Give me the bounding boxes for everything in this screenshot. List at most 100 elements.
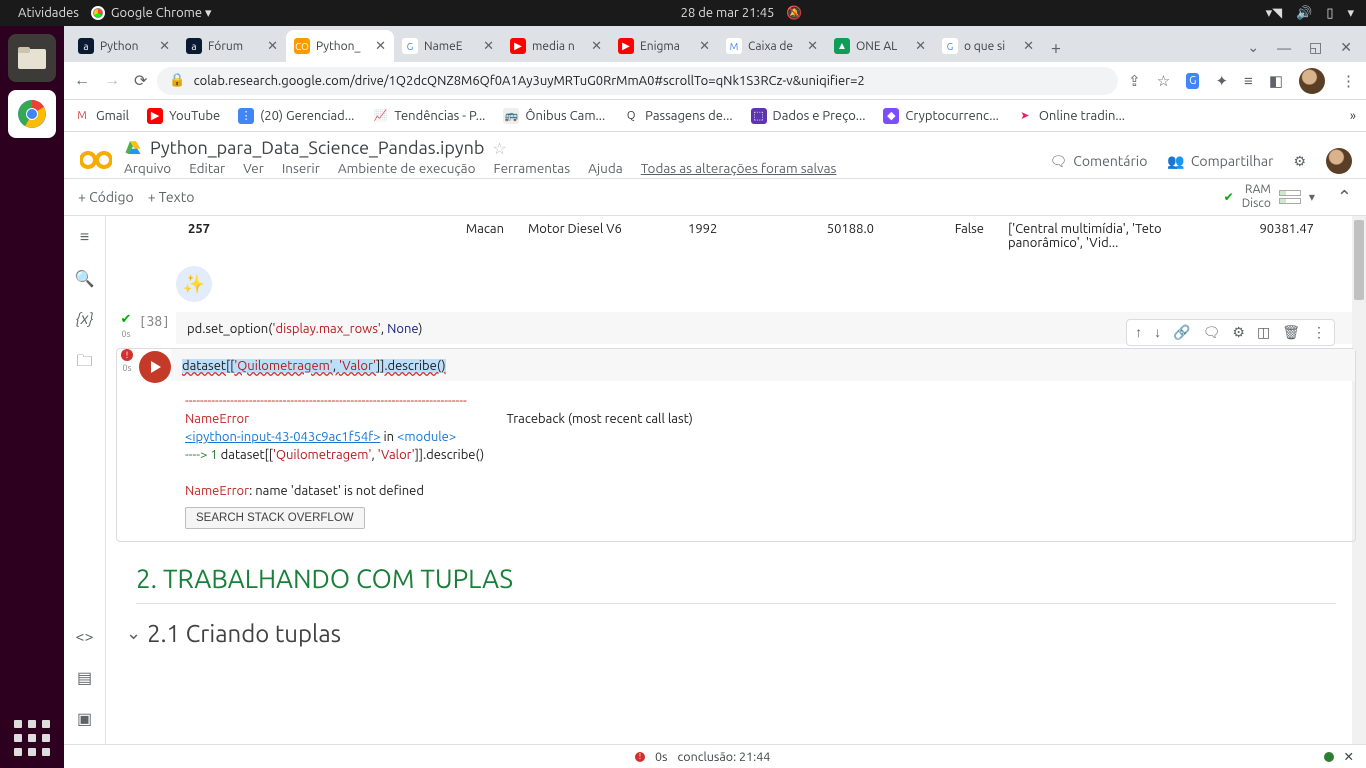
new-tab-button[interactable]: + xyxy=(1042,38,1070,62)
browser-tab[interactable]: ▶media n✕ xyxy=(502,30,610,62)
document-title[interactable]: Python_para_Data_Science_Pandas.ipynb xyxy=(150,138,484,158)
magic-wand-button[interactable]: ✨ xyxy=(176,266,212,302)
window-minimize-button[interactable]: — xyxy=(1277,40,1291,56)
bookmark-item[interactable]: ➤Online tradin... xyxy=(1017,108,1125,124)
tab-close-icon[interactable]: ✕ xyxy=(915,39,926,54)
colab-avatar[interactable] xyxy=(1326,148,1352,174)
activities-button[interactable]: Atividades xyxy=(12,6,85,20)
tab-close-icon[interactable]: ✕ xyxy=(699,39,710,54)
bookmark-item[interactable]: ◆Cryptocurrenc... xyxy=(883,108,998,124)
run-cell-button[interactable] xyxy=(139,351,171,383)
bookmark-favicon: ◆ xyxy=(883,108,899,124)
system-tray[interactable]: ▾◥ 🔊 ▯ ▾ xyxy=(1266,6,1354,21)
tab-close-icon[interactable]: ✕ xyxy=(1023,39,1034,54)
settings-gear-icon[interactable]: ⚙ xyxy=(1293,153,1306,170)
window-restore-button[interactable]: ◱ xyxy=(1309,39,1322,56)
star-document-icon[interactable]: ☆ xyxy=(492,139,506,158)
browser-tab[interactable]: Go que si✕ xyxy=(934,30,1042,62)
status-close-icon[interactable]: ✕ xyxy=(1344,749,1354,764)
translate-icon[interactable]: G xyxy=(1186,73,1199,89)
notification-mute-icon[interactable]: 🔕 xyxy=(780,6,808,21)
tab-close-icon[interactable]: ✕ xyxy=(159,39,170,54)
cell-settings-icon[interactable]: ⚙ xyxy=(1228,322,1249,343)
mirror-cell-icon[interactable]: ◫ xyxy=(1253,322,1274,343)
browser-tab[interactable]: ▲ONE AL✕ xyxy=(826,30,934,62)
side-panel-icon[interactable]: ◧ xyxy=(1269,72,1283,90)
collapse-panel-icon[interactable]: ⌃ xyxy=(1337,187,1352,208)
tab-close-icon[interactable]: ✕ xyxy=(483,39,494,54)
chrome-menu-icon[interactable]: ⋮ xyxy=(1341,72,1356,90)
window-close-button[interactable]: ✕ xyxy=(1340,39,1352,56)
profile-avatar[interactable] xyxy=(1299,68,1325,94)
share-icon[interactable]: ⇪ xyxy=(1128,72,1141,90)
menu-item[interactable]: Inserir xyxy=(282,160,320,176)
extensions-icon[interactable]: ✦ xyxy=(1215,72,1228,90)
add-code-button[interactable]: + Código xyxy=(78,189,134,205)
share-button[interactable]: 👥Compartilhar xyxy=(1167,153,1273,170)
move-down-icon[interactable]: ↓ xyxy=(1150,322,1165,343)
tab-close-icon[interactable]: ✕ xyxy=(375,39,386,54)
chrome-app-icon[interactable] xyxy=(8,90,56,138)
back-button[interactable]: ← xyxy=(74,71,90,90)
bookmark-star-icon[interactable]: ☆ xyxy=(1157,72,1170,90)
save-status[interactable]: Todas as alterações foram salvas xyxy=(641,160,837,176)
notebook-area: 257 Macan Motor Diesel V6 1992 50188.0 F… xyxy=(106,216,1366,768)
traceback-link[interactable]: <ipython-input-43-043c9ac1f54f> xyxy=(185,430,381,444)
link-cell-icon[interactable]: 🔗 xyxy=(1169,322,1194,343)
browser-tab[interactable]: GNameE✕ xyxy=(394,30,502,62)
colab-logo-icon[interactable] xyxy=(78,142,114,178)
menu-item[interactable]: Ajuda xyxy=(588,160,623,176)
files-app-icon[interactable] xyxy=(8,34,56,82)
reading-list-icon[interactable]: ≡ xyxy=(1244,72,1253,90)
add-text-button[interactable]: + Texto xyxy=(148,189,195,205)
search-icon[interactable]: 🔍 xyxy=(75,269,95,288)
tab-close-icon[interactable]: ✕ xyxy=(267,39,278,54)
tab-list-button[interactable]: ⌄ xyxy=(1247,39,1259,56)
bookmark-item[interactable]: 🚌Ônibus Cam... xyxy=(503,108,605,124)
resource-bars[interactable] xyxy=(1279,190,1301,204)
code-snippets-icon[interactable]: <> xyxy=(75,628,93,646)
code-editor[interactable]: dataset[['Quilometragem', 'Valor']].desc… xyxy=(171,349,1355,381)
cell-menu-icon[interactable]: ⋮ xyxy=(1308,322,1330,343)
terminal-icon[interactable]: ▣ xyxy=(77,709,92,728)
bookmark-item[interactable]: QPassagens de... xyxy=(623,108,732,124)
tab-favicon: a xyxy=(186,38,202,54)
comment-cell-icon[interactable]: 🗨 xyxy=(1199,322,1225,343)
bookmark-item[interactable]: ⬚Dados e Preço... xyxy=(751,108,866,124)
move-up-icon[interactable]: ↑ xyxy=(1131,322,1146,343)
focused-app-menu[interactable]: Google Chrome ▾ xyxy=(85,6,218,21)
exec-time: 0s xyxy=(123,363,132,373)
toc-icon[interactable]: ≡ xyxy=(80,228,89,247)
browser-tab[interactable]: aPython✕ xyxy=(70,30,178,62)
tab-close-icon[interactable]: ✕ xyxy=(807,39,818,54)
comment-button[interactable]: 🗨Comentário xyxy=(1049,153,1147,170)
command-palette-icon[interactable]: ▤ xyxy=(77,668,92,687)
bookmarks-overflow-icon[interactable]: » xyxy=(1350,109,1356,123)
subsection-heading-row[interactable]: ⌄2.1 Criando tuplas xyxy=(126,620,1366,647)
tab-favicon: M xyxy=(726,38,742,54)
delete-cell-icon[interactable]: 🗑 xyxy=(1278,322,1304,343)
tab-strip: aPython✕aFórum✕COPython_✕GNameE✕▶media n… xyxy=(64,26,1366,62)
reload-button[interactable]: ⟳ xyxy=(134,71,147,90)
browser-tab[interactable]: MCaixa de✕ xyxy=(718,30,826,62)
search-stackoverflow-button[interactable]: SEARCH STACK OVERFLOW xyxy=(185,507,365,529)
menu-item[interactable]: Editar xyxy=(189,160,225,176)
show-apps-icon[interactable] xyxy=(14,720,50,756)
menu-item[interactable]: Ambiente de execução xyxy=(338,160,476,176)
browser-tab[interactable]: COPython_✕ xyxy=(286,30,394,62)
files-icon[interactable]: 🗀 xyxy=(76,350,92,377)
menu-item[interactable]: Arquivo xyxy=(124,160,171,176)
bookmark-item[interactable]: ▶YouTube xyxy=(147,108,220,124)
bookmark-item[interactable]: MGmail xyxy=(74,108,129,124)
address-bar[interactable]: 🔒 colab.research.google.com/drive/1Q2dcQ… xyxy=(157,67,1118,95)
menu-item[interactable]: Ferramentas xyxy=(493,160,570,176)
browser-tab[interactable]: ▶Enigma✕ xyxy=(610,30,718,62)
browser-tab[interactable]: aFórum✕ xyxy=(178,30,286,62)
menu-item[interactable]: Ver xyxy=(243,160,264,176)
tab-close-icon[interactable]: ✕ xyxy=(591,39,602,54)
bookmark-item[interactable]: ⋮(20) Gerenciad... xyxy=(238,108,354,124)
variables-icon[interactable]: {x} xyxy=(76,310,94,328)
clock[interactable]: 28 de mar 21:45 xyxy=(675,6,781,20)
resource-dropdown-icon[interactable]: ▾ xyxy=(1309,190,1315,204)
bookmark-item[interactable]: 📈Tendências - P... xyxy=(372,108,485,124)
